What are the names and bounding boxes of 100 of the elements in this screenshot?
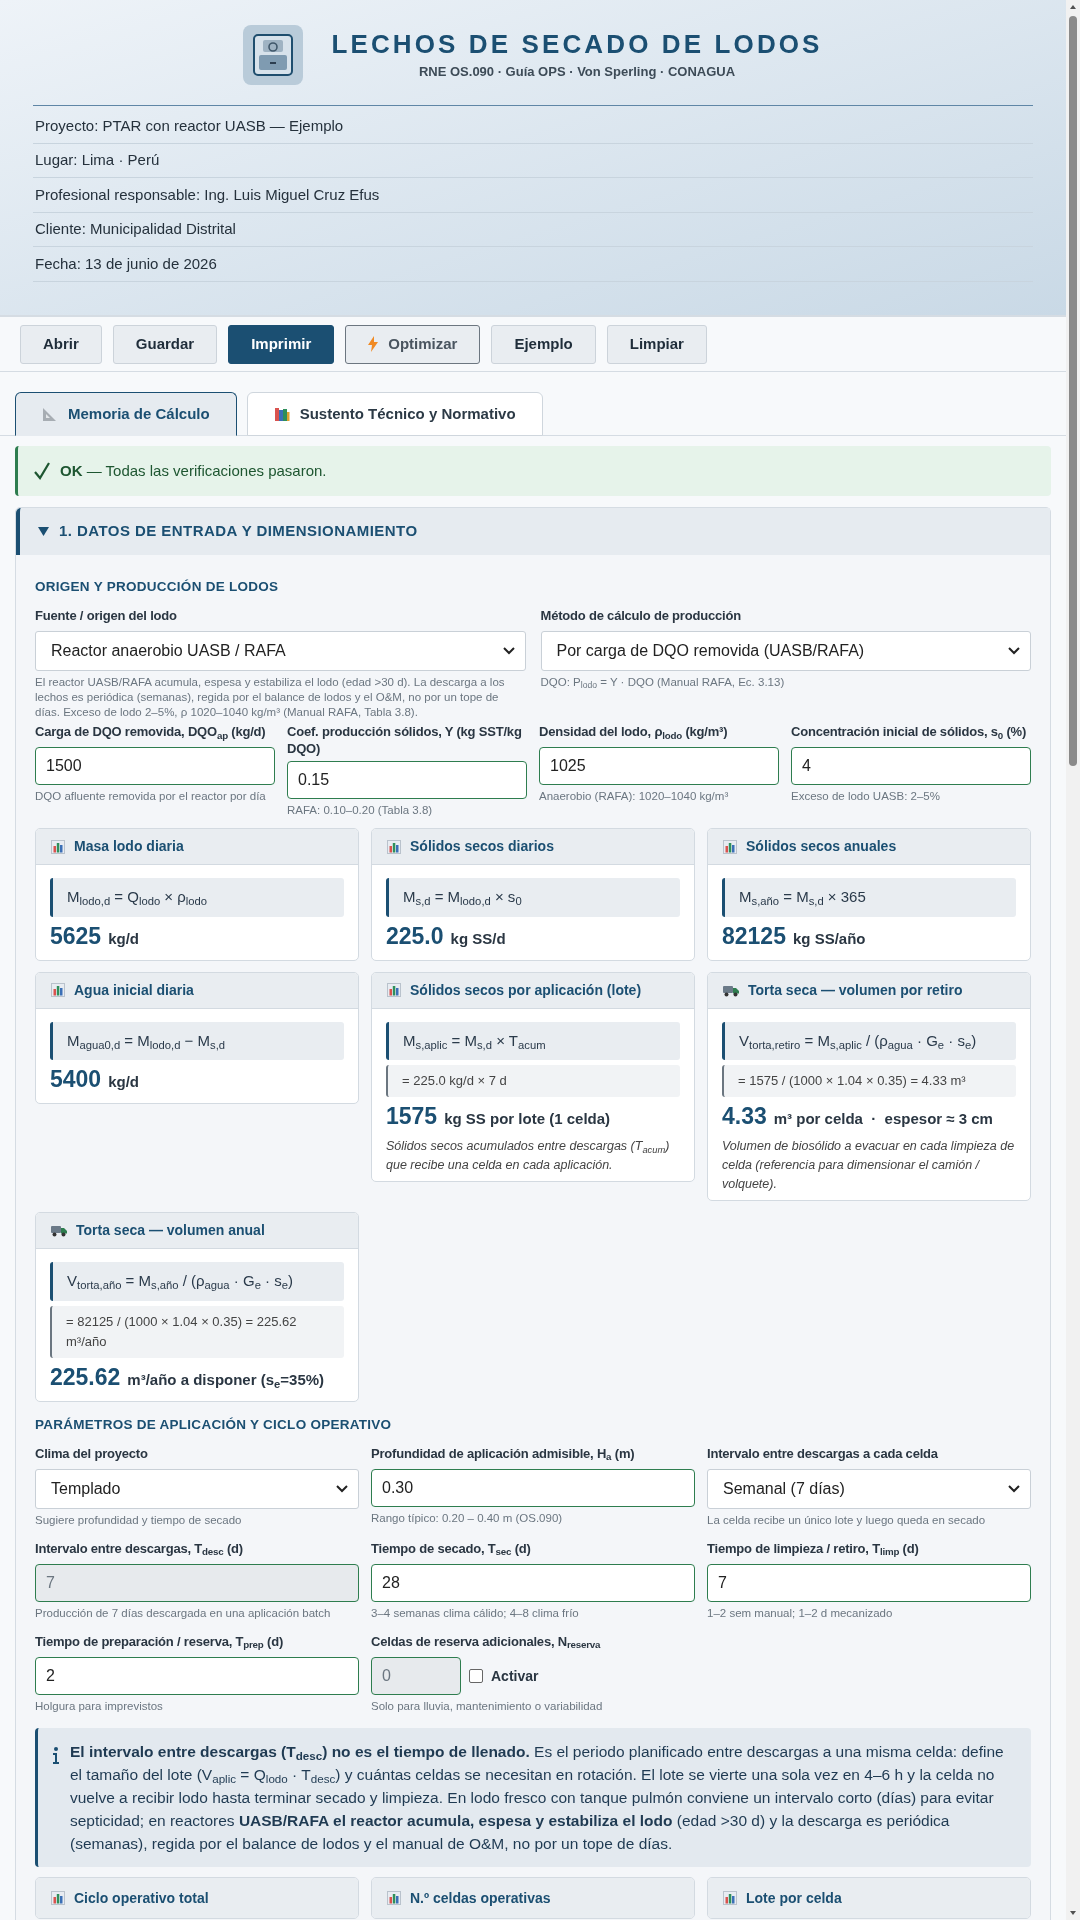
group-heading: PARÁMETROS DE APLICACIÓN Y CICLO OPERATIVO (35, 1415, 393, 1434)
tab[interactable]: Memoria de Cálculo (15, 392, 237, 436)
input-field[interactable]: 1500 (35, 747, 275, 786)
result-value: 5625 (50, 921, 102, 951)
field-label: Carga de DQO removida, DQO$_{ap}$ (kg/d) (35, 723, 267, 743)
dropdown[interactable]: Reactor anaerobio UASB / RAFA (35, 631, 526, 672)
field-label: Método de cálculo de producción (540, 607, 742, 626)
project-info: Lugar: Lima · Perú (35, 150, 160, 170)
formula: M$_{s,aplic}$ = M$_{s,d}$ × T$_{acum}$ (386, 1021, 680, 1061)
formula-substitution: = 225.0 kg/d × 7 d (386, 1065, 680, 1098)
input-field[interactable]: 7 (707, 1564, 1031, 1602)
field-hint: DQO: P$_{lodo}$ = Y · DQO (Manual RAFA, Ec. 3.13) (540, 675, 786, 691)
field-label: Celdas de reserva adicionales, N$_{reserva}$ (371, 1633, 602, 1653)
bar-chart-icon (723, 1891, 737, 1905)
tab[interactable]: Sustento Técnico y Normativo (246, 392, 543, 436)
card-title: Ciclo operativo total (74, 1888, 209, 1908)
bar-chart-icon (387, 839, 401, 854)
result-value: 82125 (722, 921, 786, 951)
app-subtitle: RNE OS.090 · Guía OPS · Von Sperling · CONAGUA (418, 63, 736, 82)
formula-substitution: = 82125 / (1000 × 1.04 × 0.35) = 225.62 m³/año (50, 1305, 344, 1358)
checkbox-label: Activar (491, 1666, 539, 1686)
chevron-down-icon (1008, 647, 1020, 656)
result-value: 4.33 (722, 1102, 767, 1132)
formula: M$_{agua0,d}$ = M$_{lodo,d}$ − M$_{s,d}$ (50, 1021, 344, 1061)
bar-chart-icon (51, 983, 65, 998)
scrollbar-thumb[interactable] (1069, 16, 1077, 766)
card-title: Torta seca — volumen anual (76, 1221, 265, 1241)
bar-chart-icon (51, 1891, 65, 1905)
group-heading: ORIGEN Y PRODUCCIÓN DE LODOS (35, 578, 280, 596)
field-label: Concentración inicial de sólidos, s$_{0}$ (%) (791, 723, 1028, 743)
field-hint: Anaerobio (RAFA): 1020–1040 kg/m³ (539, 789, 730, 805)
toolbar-button[interactable]: Imprimir (228, 324, 335, 364)
card-title: Agua inicial diaria (74, 980, 194, 1000)
bar-chart-icon (723, 839, 737, 854)
result-value: 225.62 (50, 1362, 121, 1392)
field-hint: El reactor UASB/RAFA acumula, espesa y estabiliza el lodo (edad >30 d). La descarga a los lechos es periódica (semanas), regida por el balance de lodos y el O&M, no por un tope de días. Exceso de lodo 2–5%, ρ 1020–1040 kg/m³ (Manual RAFA, Tabla 3.8). (35, 675, 506, 721)
input-field[interactable]: 2 (35, 1657, 359, 1695)
result-note: Volumen de biosólido a evacuar en cada limpieza de celda (referencia para dimensionar el camión / volquete). (722, 1138, 1016, 1194)
toolbar-button[interactable]: Ejemplo (491, 324, 596, 364)
info-text: El intervalo entre descargas (T$_{desc}$) no es el tiempo de llenado. Es el periodo planificado entre descargas a una misma celda: define el tamaño del lote (V$_{aplic}$ = Q$_{lodo}$ · T$_{desc}$) y cuántas celdas se necesitan en rotación. El lote se vierte una sola vez en 4–6 h y la celda no vuelve a recibir lodo hasta terminar secado y limpieza. En lodo fresco con tanque pulmón conviene un intervalo corto (días) para evitar septicidad; en reactores UASB/RAFA el reactor acumula, espesa y estabiliza el lodo (edad >30 d) y la descarga es periódica (semanas), regida por el balance de lodos y el manual de O&M, no por un tope de días. (70, 1742, 1005, 1854)
input-field[interactable]: 1025 (539, 747, 779, 786)
field-hint: Rango típico: 0.20 – 0.40 m (OS.090) (371, 1511, 564, 1526)
card-title: Masa lodo diaria (74, 837, 184, 857)
scrollbar[interactable] (1066, 0, 1080, 1920)
project-info: Cliente: Municipalidad Distrital (35, 219, 236, 239)
project-info: Fecha: 13 de junio de 2026 (35, 253, 217, 274)
truck-icon (723, 983, 739, 997)
formula: M$_{s,año}$ = M$_{s,d}$ × 365 (722, 878, 1016, 917)
section-header[interactable]: 1. DATOS DE ENTRADA Y DIMENSIONAMIENTO (16, 508, 1050, 555)
field-hint: La celda recibe un único lote y luego queda en secado (707, 1513, 987, 1528)
card-title: Lote por celda (746, 1888, 842, 1908)
logo-icon (243, 25, 304, 85)
input-field[interactable]: 0.30 (371, 1469, 695, 1507)
field-label: Intervalo entre descargas, T$_{desc}$ (d) (35, 1540, 244, 1560)
result-unit: kg SS/año (792, 928, 866, 949)
field-label: Tiempo de preparación / reserva, T$_{prep}$ (d) (35, 1633, 285, 1653)
section-title: 1. DATOS DE ENTRADA Y DIMENSIONAMIENTO (59, 521, 418, 542)
result-unit: kg SS/d (450, 928, 506, 949)
dropdown[interactable]: Semanal (7 días) (707, 1469, 1031, 1509)
bar-chart-icon (51, 839, 65, 854)
bar-chart-icon (387, 1891, 401, 1905)
info-icon (52, 1746, 60, 1764)
dropdown[interactable]: Por carga de DQO removida (UASB/RAFA) (540, 631, 1031, 672)
field-hint: 3–4 semanas clima cálido; 4–8 clima frío (371, 1606, 580, 1621)
formula: V$_{torta,año}$ = M$_{s,año}$ / (ρ$_{agua}$ · G$_{e}$ · s$_{e}$) (50, 1262, 344, 1301)
toolbar-button[interactable]: Guardar (112, 324, 218, 364)
result-unit: m³/año a disponer (s$_{e}$=35%) (127, 1369, 325, 1392)
chevron-down-icon (502, 647, 515, 656)
result-note: Sólidos secos acumulados entre descargas (T$_{acum}$) que recibe una celda en cada aplicación. (386, 1138, 671, 1175)
input-field[interactable]: 28 (371, 1564, 695, 1602)
input-field[interactable]: 0.15 (287, 761, 527, 800)
dropdown[interactable]: Templado (35, 1469, 359, 1509)
result-value: 5400 (50, 1065, 102, 1095)
input-field[interactable]: 4 (791, 747, 1031, 786)
books-icon (273, 406, 290, 422)
toolbar-button[interactable]: Optimizar (345, 324, 481, 364)
field-hint: DQO afluente removida por el reactor por día (35, 789, 267, 805)
field-hint: Exceso de lodo UASB: 2–5% (791, 789, 941, 805)
triangle-ruler-icon (42, 406, 58, 422)
app-title: LECHOS DE SECADO DE LODOS (331, 28, 823, 61)
field-hint: 1–2 sem manual; 1–2 d mecanizado (707, 1606, 894, 1621)
result-unit: kg/d (108, 928, 139, 949)
card-title: Sólidos secos anuales (746, 837, 897, 857)
toolbar-button[interactable]: Abrir (20, 324, 102, 364)
field-label: Coef. producción sólidos, Y (kg SST/kg DQO) (287, 723, 523, 758)
bar-chart-icon (387, 983, 401, 998)
field-hint: Solo para lluvia, mantenimiento o variabilidad (371, 1699, 604, 1714)
chevron-down-icon (1008, 1485, 1020, 1493)
formula: V$_{torta,retiro}$ = M$_{s,aplic}$ / (ρ$_{agua}$ · G$_{e}$ · s$_{e}$) (722, 1021, 1016, 1061)
field-label: Profundidad de aplicación admisible, H$_{a}$ (m) (371, 1445, 636, 1465)
card-title: Sólidos secos por aplicación (lote) (410, 980, 642, 1000)
truck-icon (51, 1224, 67, 1238)
field-label: Densidad del lodo, ρ$_{lodo}$ (kg/m³) (539, 723, 729, 743)
result-value: 1575 (386, 1102, 438, 1132)
formula: M$_{lodo,d}$ = Q$_{lodo}$ × ρ$_{lodo}$ (50, 878, 344, 917)
toolbar-button[interactable]: Limpiar (606, 324, 707, 364)
chevron-down-icon (336, 1485, 348, 1493)
status-message: OK — Todas las verificaciones pasaron. (60, 460, 327, 481)
field-label: Intervalo entre descargas a cada celda (707, 1445, 939, 1463)
result-unit: kg/d (108, 1072, 139, 1093)
